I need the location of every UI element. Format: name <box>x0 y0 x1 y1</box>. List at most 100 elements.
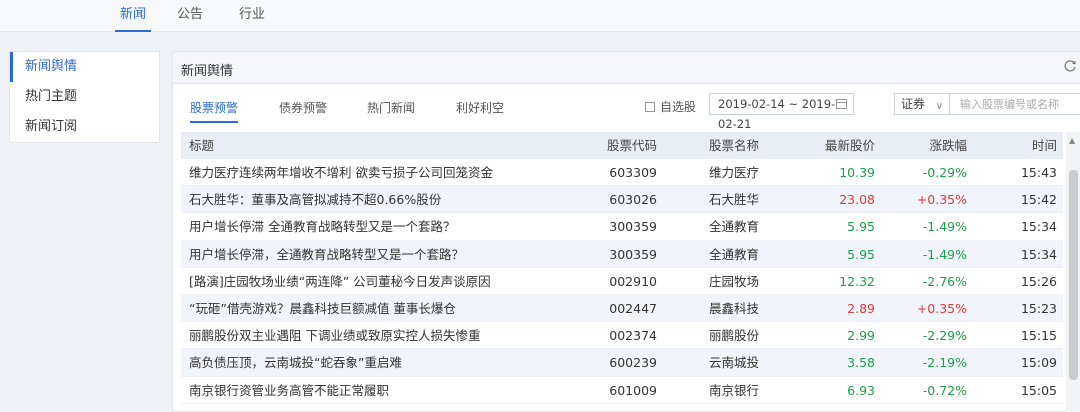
security-type-select[interactable]: 证券 ∨ <box>894 93 950 115</box>
row-title[interactable]: 南京银行资管业务高管不能正常履职 <box>189 377 389 404</box>
table-row[interactable]: 南京银行资管业务高管不能正常履职 601009 南京银行 6.93 -0.72% 15:0… <box>181 377 1063 404</box>
row-price: 2.89 <box>847 300 875 316</box>
stock-search-input[interactable] <box>950 93 1080 115</box>
row-name: 全通教育 <box>709 219 760 235</box>
row-time: 15:43 <box>1020 165 1057 180</box>
news-table: 标题 股票代码 股票名称 最新股价 涨跌幅 时间 维力医疗连续两年增收不增利 欲… <box>181 132 1063 404</box>
row-name: 维力医疗 <box>709 165 760 180</box>
row-code: 300359 <box>609 246 657 262</box>
row-title[interactable]: [路演]庄园牧场业绩“两连降” 公司董秘今日发声谈原因 <box>189 268 491 295</box>
header-title[interactable]: 标题 <box>189 132 214 159</box>
row-change: -0.72% <box>922 382 967 398</box>
row-price: 23.08 <box>839 192 875 208</box>
row-time: 15:34 <box>1020 219 1057 235</box>
row-name: 全通教育 <box>709 246 760 262</box>
row-time: 15:15 <box>1020 328 1057 344</box>
row-title[interactable]: 用户增长停滞，全通教育战略转型又是一个套路？ <box>189 241 464 268</box>
row-price: 3.58 <box>847 355 875 371</box>
row-price: 10.39 <box>839 165 875 180</box>
sidebar-item-news-sentiment[interactable]: 新闻舆情 <box>10 52 159 82</box>
row-title[interactable]: 用户增长停滞 全通教育战略转型又是一个套路？ <box>189 213 455 240</box>
row-time: 15:09 <box>1020 355 1057 371</box>
date-range-picker[interactable]: 2019-02-14 ~ 2019-02-21 <box>709 93 854 131</box>
row-change: -2.19% <box>922 355 967 371</box>
chevron-down-icon: ∨ <box>935 101 943 112</box>
row-time: 15:34 <box>1020 246 1057 262</box>
header-name[interactable]: 股票名称 <box>709 132 759 159</box>
header-time[interactable]: 时间 <box>991 132 1057 159</box>
table-row[interactable]: 丽鹏股份双主业遇阻 下调业绩或致原实控人损失惨重 002374 丽鹏股份 2.99 -2… <box>181 322 1063 350</box>
row-name: 云南城投 <box>709 355 760 371</box>
table-row[interactable]: 维力医疗连续两年增收不增利 欲卖亏损子公司回笼资金 603309 维力医疗 10.39… <box>181 159 1063 187</box>
row-code: 600239 <box>609 355 657 371</box>
table-header-row: 标题 股票代码 股票名称 最新股价 涨跌幅 时间 <box>181 132 1063 159</box>
subtab-bond-alert[interactable]: 债券预警 <box>279 99 327 116</box>
table-row[interactable]: “玩砸”借壳游戏？晨鑫科技巨额减值 董事长爆仓 002447 晨鑫科技 2.89 +0.… <box>181 294 1063 323</box>
table-row[interactable]: 高负债压顶，云南城投“蛇吞象”重启难 600239 云南城投 3.58 -2.19% 15… <box>181 349 1063 377</box>
row-code: 603309 <box>609 165 657 180</box>
table-row[interactable]: 用户增长停滞 全通教育战略转型又是一个套路？ 300359 全通教育 5.95 -1.4… <box>181 213 1063 241</box>
calendar-icon <box>836 99 847 109</box>
row-change: -2.76% <box>922 273 967 289</box>
table-row[interactable]: [路演]庄园牧场业绩“两连降” 公司董秘今日发声谈原因 002910 庄园牧场 12.… <box>181 268 1063 295</box>
row-price: 2.99 <box>847 328 875 344</box>
table-row[interactable]: 石大胜华：董事及高管拟减持不超0.66%股份 603026 石大胜华 23.08 +0.… <box>181 186 1063 214</box>
panel-title: 新闻舆情 <box>181 64 234 79</box>
sidebar-item-news-subscription[interactable]: 新闻订阅 <box>10 112 159 142</box>
row-time: 15:23 <box>1020 300 1057 316</box>
scrollbar-thumb[interactable] <box>1069 170 1078 380</box>
subtab-good-bad-news[interactable]: 利好利空 <box>456 99 504 116</box>
row-name: 丽鹏股份 <box>709 328 760 344</box>
row-price: 6.93 <box>847 382 875 398</box>
row-title[interactable]: “玩砸”借壳游戏？晨鑫科技巨额减值 董事长爆仓 <box>189 295 456 322</box>
row-name: 石大胜华 <box>709 192 760 208</box>
sidebar-item-hot-topics[interactable]: 热门主题 <box>10 82 159 112</box>
news-panel: 新闻舆情 股票预警 债券预警 热门新闻 利好利空 自选股 2019-02-14 … <box>172 51 1080 412</box>
row-code: 300359 <box>609 219 657 235</box>
row-price: 12.32 <box>839 273 875 289</box>
watchlist-checkbox[interactable] <box>645 101 655 112</box>
row-code: 002910 <box>609 273 657 289</box>
table-row[interactable]: 用户增长停滞，全通教育战略转型又是一个套路？ 300359 全通教育 5.95 -1.4… <box>181 240 1063 268</box>
refresh-icon[interactable] <box>1063 59 1077 73</box>
row-title[interactable]: 丽鹏股份双主业遇阻 下调业绩或致原实控人损失惨重 <box>189 322 480 349</box>
row-price: 5.95 <box>847 246 875 262</box>
watchlist-filter[interactable]: 自选股 <box>645 98 696 115</box>
row-code: 002447 <box>609 300 657 316</box>
tab-industry[interactable]: 行业 <box>239 0 265 32</box>
security-type-value: 证券 <box>901 97 926 111</box>
top-nav: 新闻 公告 行业 <box>0 0 1080 32</box>
row-name: 庄园牧场 <box>709 273 760 289</box>
row-time: 15:05 <box>1020 382 1057 398</box>
row-code: 603026 <box>609 192 657 208</box>
row-change: -1.49% <box>922 246 967 262</box>
subtab-hot-news[interactable]: 热门新闻 <box>367 99 415 116</box>
header-code[interactable]: 股票代码 <box>571 132 657 159</box>
row-price: 5.95 <box>847 219 875 235</box>
row-change: -0.29% <box>922 165 967 180</box>
row-time: 15:26 <box>1020 273 1057 289</box>
row-code: 601009 <box>609 382 657 398</box>
row-change: -2.29% <box>922 328 967 344</box>
tab-news[interactable]: 新闻 <box>115 0 151 32</box>
row-change: +0.35% <box>916 192 967 208</box>
subtab-stock-alert[interactable]: 股票预警 <box>190 99 239 123</box>
scroll-up-icon[interactable]: ▲ <box>1069 136 1075 145</box>
header-change[interactable]: 涨跌幅 <box>899 132 967 159</box>
row-name: 晨鑫科技 <box>709 300 760 316</box>
row-change: -1.49% <box>922 219 967 235</box>
table-scrollbar[interactable]: ▲ <box>1066 132 1080 412</box>
row-time: 15:42 <box>1020 192 1057 208</box>
row-title[interactable]: 维力医疗连续两年增收不增利 欲卖亏损子公司回笼资金 <box>189 159 493 186</box>
row-change: +0.35% <box>916 300 967 316</box>
watchlist-label: 自选股 <box>660 100 697 114</box>
date-range-value: 2019-02-14 ~ 2019-02-21 <box>718 97 836 131</box>
row-name: 南京银行 <box>709 382 760 398</box>
row-title[interactable]: 高负债压顶，云南城投“蛇吞象”重启难 <box>189 349 402 376</box>
sidebar: 新闻舆情 热门主题 新闻订阅 <box>9 51 160 143</box>
row-title[interactable]: 石大胜华：董事及高管拟减持不超0.66%股份 <box>189 186 441 213</box>
header-price[interactable]: 最新股价 <box>799 132 875 159</box>
row-code: 002374 <box>609 328 657 344</box>
tab-announcements[interactable]: 公告 <box>177 0 203 32</box>
panel-header: 新闻舆情 <box>173 52 1080 84</box>
